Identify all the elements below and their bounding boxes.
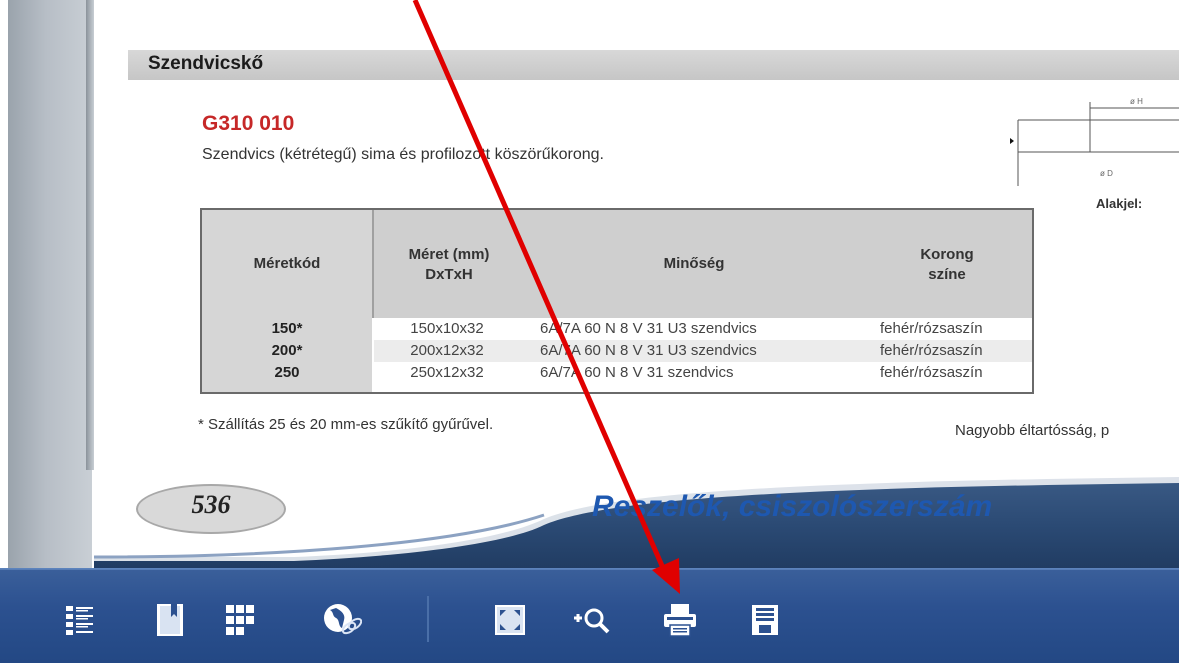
shape-label: Alakjel: (1096, 196, 1143, 211)
toolbar-separator (427, 596, 429, 642)
table-row: 150* 150x10x32 6A/7A 60 N 8 V 31 U3 szen… (202, 318, 1032, 340)
print-icon (664, 604, 696, 637)
table-of-contents-icon (66, 606, 93, 635)
print-button[interactable] (660, 600, 700, 640)
wheel-shape-diagram: ø H ø D (1010, 97, 1179, 186)
table-row: 250 250x12x32 6A/7A 60 N 8 V 31 szendvic… (202, 362, 1032, 384)
section-title: Szendvicskő (148, 53, 264, 74)
table-header-quality: Minőség (663, 255, 725, 272)
thumbnails-grid-icon (226, 605, 254, 635)
table-row: 200* 200x12x32 6A/7A 60 N 8 V 31 U3 szen… (202, 340, 1032, 362)
row-quality: 6A/7A 60 N 8 V 31 U3 szendvics (540, 320, 757, 337)
thumbnails-button[interactable] (220, 600, 260, 640)
row-size: 200x12x32 (410, 342, 484, 359)
row-quality: 6A/7A 60 N 8 V 31 szendvics (540, 364, 734, 381)
page-gutter (8, 0, 92, 600)
table-header-dimensions: Méret (mm) DxTxH (408, 246, 490, 283)
chapter-title: Reszelők, csiszolószerszám (592, 490, 993, 523)
svg-text:ø D: ø D (1100, 169, 1113, 178)
product-description: Szendvics (kétrétegű) sima és profilozot… (202, 146, 604, 163)
table-body: 150* 150x10x32 6A/7A 60 N 8 V 31 U3 szen… (202, 318, 1032, 384)
row-cells: 150x10x32 6A/7A 60 N 8 V 31 U3 szendvics… (374, 318, 1032, 340)
specification-table: Méretkód Méret (mm) DxTxH Minőség Korong… (200, 208, 1034, 394)
save-button[interactable] (745, 600, 785, 640)
web-link-button[interactable] (322, 600, 362, 640)
zoom-in-button[interactable] (572, 600, 612, 640)
side-note: Nagyobb éltartósság, p (955, 422, 1110, 439)
product-code: G310 010 (202, 112, 295, 135)
row-quality: 6A/7A 60 N 8 V 31 U3 szendvics (540, 342, 757, 359)
row-size-code: 150* (271, 320, 303, 337)
footnote: * Szállítás 25 és 20 mm-es szűkítő gyűrű… (198, 416, 494, 433)
fullscreen-icon (495, 605, 525, 635)
table-header-wheel-color: Korong színe (920, 246, 974, 283)
row-size: 150x10x32 (410, 320, 484, 337)
table-of-contents-button[interactable] (60, 600, 100, 640)
row-color: fehér/rózsaszín (880, 342, 983, 359)
section-header-bar (128, 50, 1179, 80)
row-size: 250x12x32 (410, 364, 484, 381)
save-icon (752, 605, 778, 635)
left-edge (0, 0, 8, 580)
page-gutter-shadow (86, 0, 94, 470)
table-header-size-code: Méretkód (253, 255, 321, 272)
fullscreen-button[interactable] (490, 600, 530, 640)
page-number: 536 (191, 490, 231, 519)
svg-text:ø H: ø H (1130, 97, 1143, 106)
row-size-code: 250 (274, 364, 300, 381)
bookmark-button[interactable] (150, 600, 190, 640)
web-link-icon (324, 604, 362, 635)
row-size-code: 200* (271, 342, 303, 359)
zoom-in-icon (574, 608, 610, 634)
row-color: fehér/rózsaszín (880, 364, 983, 381)
row-cells: 200x12x32 6A/7A 60 N 8 V 31 U3 szendvics… (374, 340, 1032, 362)
row-color: fehér/rózsaszín (880, 320, 983, 337)
row-cells: 250x12x32 6A/7A 60 N 8 V 31 szendvics fe… (374, 362, 1032, 384)
bookmark-icon (157, 604, 183, 636)
